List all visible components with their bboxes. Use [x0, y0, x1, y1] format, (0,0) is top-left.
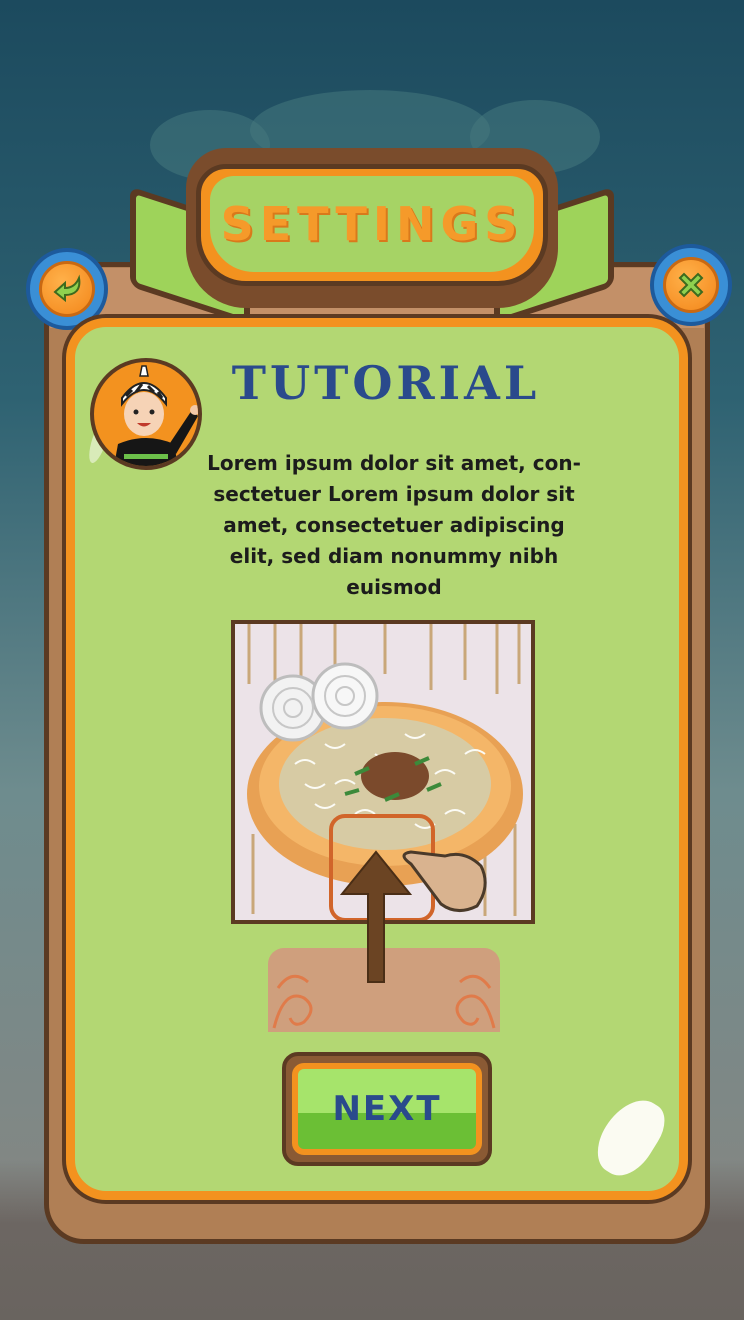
guide-character-avatar [90, 358, 202, 470]
close-x-icon [678, 272, 704, 298]
swipe-up-arrow-icon [340, 850, 412, 983]
tutorial-text: Lorem ipsum dolor sit amet, con-sectetue… [207, 451, 581, 599]
page-title: SETTINGS [220, 197, 524, 251]
close-button[interactable] [650, 244, 732, 326]
back-button[interactable] [26, 248, 108, 330]
back-arrow-icon [53, 274, 81, 303]
next-button-label: NEXT [332, 1089, 442, 1129]
tutorial-title: TUTORIAL [231, 356, 541, 410]
next-button[interactable]: NEXT [282, 1052, 492, 1166]
close-button-core [663, 257, 719, 313]
title-banner-face: SETTINGS [210, 176, 534, 272]
back-button-core [39, 261, 95, 317]
character-illustration [114, 365, 198, 466]
next-button-face: NEXT [292, 1063, 482, 1155]
